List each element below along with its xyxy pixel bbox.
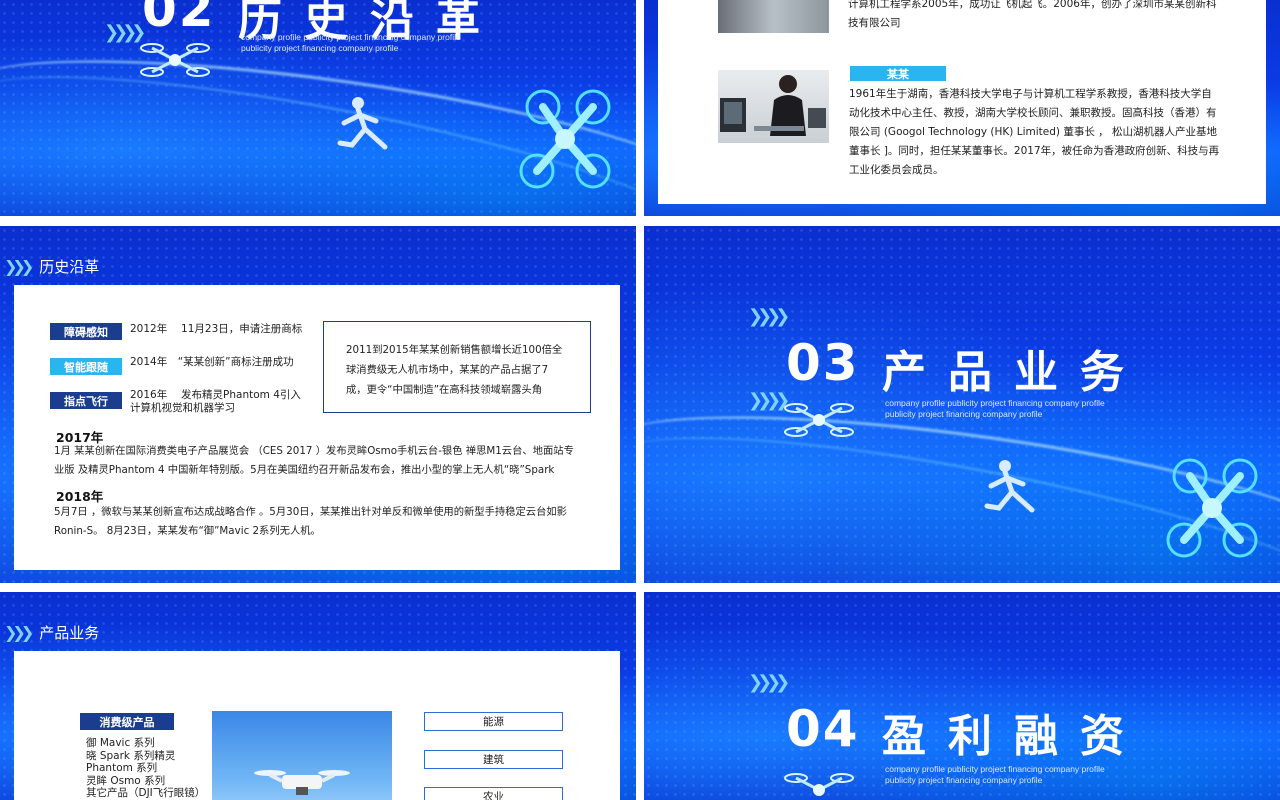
chevron-arrows-icon: ❯❯❯	[4, 257, 34, 276]
top-bio-text: 计算机工程学系2005年，成功让飞机起飞。2006年，创办了深圳市某某创新科 技有…	[848, 0, 1217, 29]
product-list: 御 Mavic 系列 晓 Spark 系列精灵 Phantom 系列 灵眸 Os…	[86, 737, 206, 799]
content-panel: 计算机工程学系2005年，成功让飞机起飞。2006年，创办了深圳市某某创新科 技有…	[658, 0, 1266, 204]
feature-tag: 智能跟随	[50, 358, 122, 375]
slide-thumbnail-profit-financing-cover[interactable]: ❯❯❯❯ 04 盈利融资 company profile publicity p…	[644, 592, 1280, 800]
drone-hologram-icon	[1166, 458, 1258, 558]
section-title: 产品业务	[882, 347, 1146, 398]
drone-icon	[784, 403, 854, 437]
category-tag: 消费级产品	[80, 713, 174, 730]
slide-thumbnail-history-timeline[interactable]: ❯❯❯ 历史沿革 障碍感知 智能跟随 指点飞行 2012年 11月23日，申请注…	[0, 226, 636, 583]
slide-thumbnail-product-lines[interactable]: ❯❯❯ 产品业务 消费级产品 御 Mavic 系列 晓 Spark 系列精灵 P…	[0, 592, 636, 800]
drone-icon	[140, 43, 210, 77]
timeline-entry: 2016年 发布精灵Phantom 4引入 计算机视觉和机器学习	[130, 389, 301, 414]
slide-header-title: 历史沿革	[39, 258, 100, 276]
section-number: 02	[142, 0, 216, 38]
drone-product-photo	[212, 711, 392, 800]
slide-grid: 02 历史沿革 company profile publicity projec…	[0, 0, 1280, 800]
content-panel: 消费级产品 御 Mavic 系列 晓 Spark 系列精灵 Phantom 系列…	[14, 651, 620, 800]
sales-highlight-box: 2011到2015年某某创新销售额增长近100倍全 球消费级无人机市场中，某某的…	[323, 321, 591, 413]
year-2018-text: 5月7日 ，微软与某某创新宣布达成战略合作 。5月30日，某某推出针对单反和微单…	[54, 506, 567, 537]
english-subtitle: company profile publicity project financ…	[885, 398, 1105, 419]
section-number: 03	[786, 334, 860, 392]
runner-figure-icon	[337, 97, 388, 150]
chevron-arrows-icon: ❯❯❯	[4, 623, 34, 642]
slide-thumbnail-founder-bio[interactable]: 计算机工程学系2005年，成功让飞机起飞。2006年，创办了深圳市某某创新科 技有…	[644, 0, 1280, 216]
industry-button-agriculture[interactable]: 农业	[424, 787, 563, 800]
english-subtitle: company profile publicity project financ…	[241, 32, 461, 53]
drone-hologram-icon	[519, 89, 611, 189]
industry-button-energy[interactable]: 能源	[424, 712, 563, 731]
chevron-arrows-icon: ❯❯❯❯	[748, 306, 790, 327]
feature-tag: 指点飞行	[50, 392, 122, 409]
founder-photo-top	[718, 0, 829, 33]
content-panel: 障碍感知 智能跟随 指点飞行 2012年 11月23日，申请注册商标 2014年…	[14, 285, 620, 570]
slide-header-title: 产品业务	[39, 624, 100, 642]
chevron-arrows-icon: ❯❯❯❯	[748, 672, 790, 693]
timeline-entry: 2014年 “某某创新”商标注册成功	[130, 356, 294, 368]
founder-photo	[718, 70, 829, 143]
slide-thumbnail-products-cover[interactable]: ❯❯❯❯ ❯❯❯❯ 03 产品业务 company profile public…	[644, 226, 1280, 583]
industry-button-construction[interactable]: 建筑	[424, 750, 563, 769]
slide-thumbnail-history-cover[interactable]: 02 历史沿革 company profile publicity projec…	[0, 0, 636, 216]
year-2017-text: 1月 某某创新在国际消费类电子产品展览会 （CES 2017 ）发布灵眸Osmo…	[54, 445, 574, 476]
slide-header: ❯❯❯ 历史沿革	[4, 256, 99, 277]
person-bio-text: 1961年生于湖南，香港科技大学电子与计算机工程学系教授，香港科技大学自 动化技…	[849, 88, 1220, 176]
english-subtitle: company profile publicity project financ…	[885, 764, 1105, 785]
chevron-arrows-icon: ❯❯❯❯	[748, 390, 790, 411]
section-number: 04	[786, 700, 860, 758]
runner-figure-icon	[984, 460, 1035, 513]
person-name-tag: 某某	[850, 66, 946, 81]
feature-tag: 障碍感知	[50, 323, 122, 340]
timeline-entry: 2012年 11月23日，申请注册商标	[130, 323, 303, 335]
drone-icon	[784, 773, 854, 796]
section-title: 盈利融资	[882, 711, 1146, 762]
slide-header: ❯❯❯ 产品业务	[4, 622, 99, 643]
chevron-arrows-icon: ❯❯❯❯	[104, 22, 146, 43]
